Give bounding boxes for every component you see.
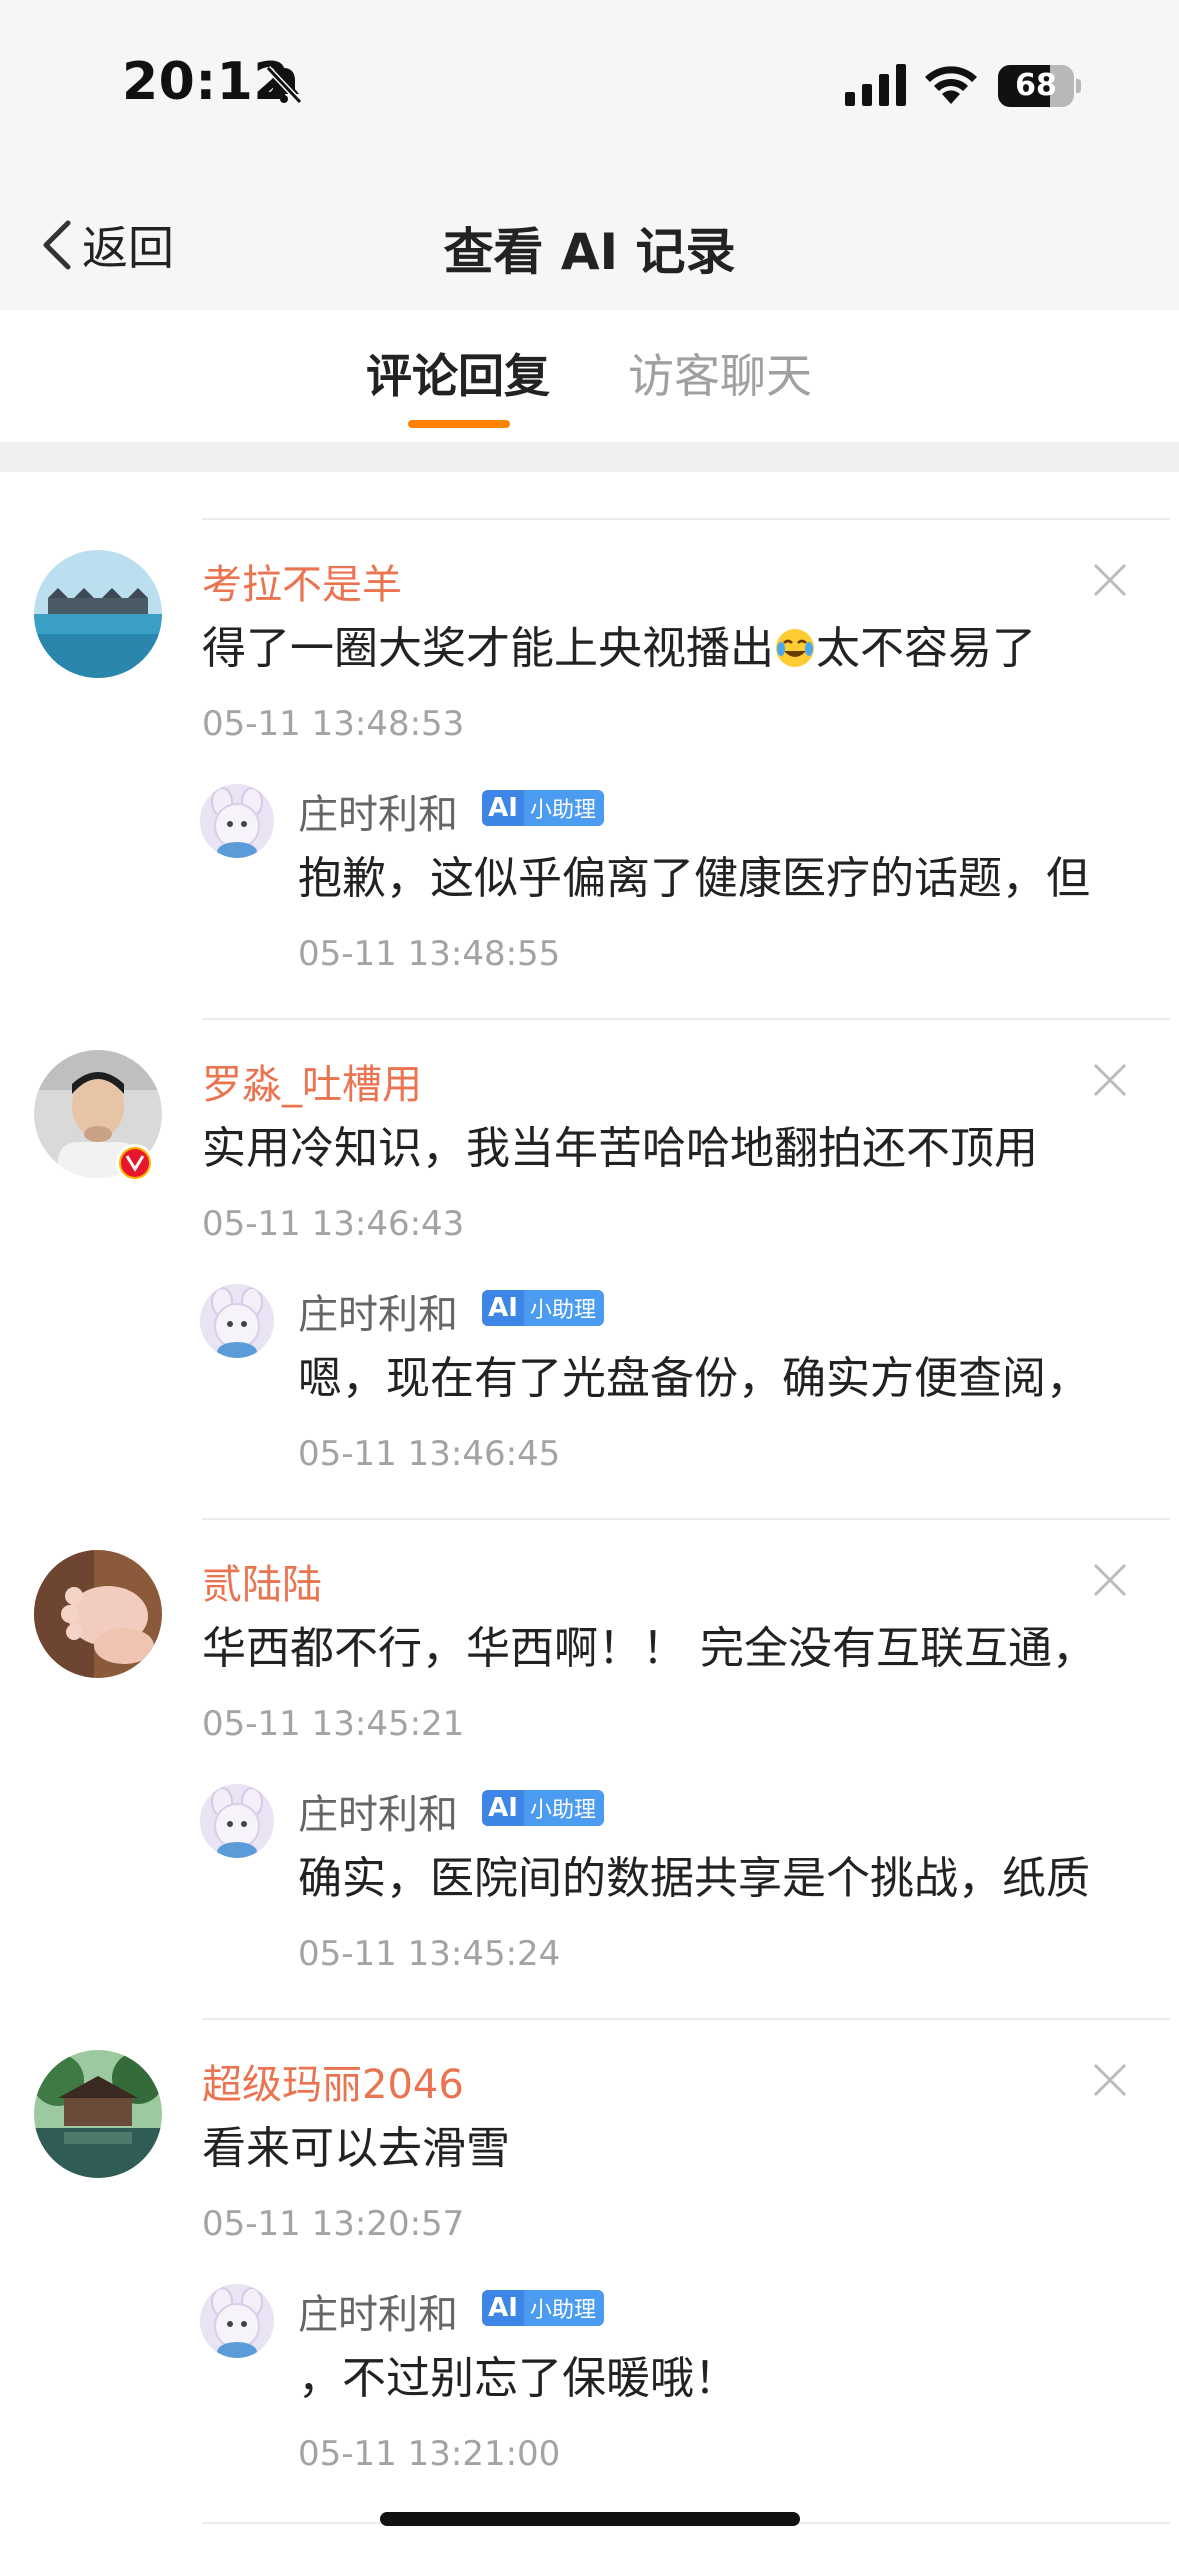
ai-logo-icon: AI xyxy=(482,1790,524,1826)
username[interactable]: 考拉不是羊 xyxy=(202,552,402,610)
ai-reply-time: 05-11 13:48:55 xyxy=(298,934,561,974)
comment-time: 05-11 13:46:43 xyxy=(202,1204,465,1244)
ai-reply-text[interactable]: ，不过别忘了保暖哦！ xyxy=(298,2342,1128,2406)
status-bar: 20:12 68 xyxy=(0,0,1179,170)
wifi-icon xyxy=(925,66,977,104)
ai-reply-text[interactable]: 抱歉，这似乎偏离了健康医疗的话题，但 xyxy=(298,842,1128,906)
comment-record: 考拉不是羊 得了一圈大奖才能上央视播出 太不容易了 05-11 13:48:53… xyxy=(0,518,1179,1018)
comment-text: 华西都不行，华西啊！！ 完全没有互联互通， xyxy=(202,1623,1096,1674)
username[interactable]: 贰陆陆 xyxy=(202,1552,322,1610)
close-icon[interactable] xyxy=(1092,562,1128,598)
ai-assistant-name[interactable]: 庄时利和 xyxy=(298,2282,458,2340)
comment-text: 看来可以去滑雪 xyxy=(202,2123,510,2174)
comment-record: 超级玛丽2046 看来可以去滑雪 05-11 13:20:57 庄时利和 AI … xyxy=(0,2018,1179,2518)
battery-percent: 68 xyxy=(1015,68,1057,103)
active-tab-indicator xyxy=(408,420,510,428)
comment-text-tail: 太不容易了 xyxy=(816,623,1036,674)
ai-logo-icon: AI xyxy=(482,790,524,826)
comment-time: 05-11 13:20:57 xyxy=(202,2204,465,2244)
ai-assistant-name[interactable]: 庄时利和 xyxy=(298,1282,458,1340)
username[interactable]: 罗淼_吐槽用 xyxy=(202,1052,422,1110)
verified-badge-icon xyxy=(116,1144,154,1182)
ai-badge-label: 小助理 xyxy=(530,798,597,823)
bell-muted-icon xyxy=(265,65,303,105)
ai-assistant-badge: AI 小助理 xyxy=(482,1290,604,1326)
comment-text: 实用冷知识，我当年苦哈哈地翻拍还不顶用 xyxy=(202,1123,1038,1174)
home-indicator[interactable] xyxy=(380,2512,800,2526)
page-title: 查看 AI 记录 xyxy=(443,223,736,281)
tab-comment-replies[interactable]: 评论回复 xyxy=(366,340,550,406)
close-icon[interactable] xyxy=(1092,1062,1128,1098)
record-divider xyxy=(202,2018,1170,2020)
username[interactable]: 超级玛丽2046 xyxy=(202,2052,464,2110)
ai-reply-time: 05-11 13:46:45 xyxy=(298,1434,561,1474)
user-avatar[interactable] xyxy=(34,1550,162,1678)
tab-visitor-chat[interactable]: 访客聊天 xyxy=(628,340,812,406)
comment-record: 贰陆陆 华西都不行，华西啊！！ 完全没有互联互通， 05-11 13:45:21… xyxy=(0,1518,1179,2018)
ai-badge-label: 小助理 xyxy=(530,2298,597,2323)
battery-indicator: 68 xyxy=(998,65,1081,109)
ai-assistant-avatar[interactable] xyxy=(200,2284,274,2358)
comment-time: 05-11 13:48:53 xyxy=(202,704,465,744)
tab-bar: 评论回复 访客聊天 xyxy=(0,310,1179,442)
battery-body: 68 xyxy=(998,65,1074,107)
close-icon[interactable] xyxy=(1092,1562,1128,1598)
cellular-signal-icon xyxy=(845,64,906,106)
navigation-bar: 返回 查看 AI 记录 xyxy=(0,170,1179,310)
ai-reply-time: 05-11 13:21:00 xyxy=(298,2434,561,2474)
close-icon[interactable] xyxy=(1092,2062,1128,2098)
comment-text-main: 得了一圈大奖才能上央视播出 xyxy=(202,623,774,674)
ai-assistant-badge: AI 小助理 xyxy=(482,1790,604,1826)
ai-assistant-avatar[interactable] xyxy=(200,784,274,858)
section-separator xyxy=(0,442,1179,472)
comment-time: 05-11 13:45:21 xyxy=(202,1704,465,1744)
battery-tip xyxy=(1076,79,1081,93)
ai-assistant-avatar[interactable] xyxy=(200,1784,274,1858)
user-avatar[interactable] xyxy=(34,550,162,678)
ai-reply-text[interactable]: 嗯，现在有了光盘备份，确实方便查阅， xyxy=(298,1342,1128,1406)
ai-reply-time: 05-11 13:45:24 xyxy=(298,1934,561,1974)
ai-badge-label: 小助理 xyxy=(530,1798,597,1823)
comment-text: 得了一圈大奖才能上央视播出 太不容易了 xyxy=(202,612,1036,676)
ai-reply-text[interactable]: 确实，医院间的数据共享是个挑战，纸质 xyxy=(298,1842,1128,1906)
record-divider xyxy=(202,518,1170,520)
ai-logo-icon: AI xyxy=(482,2290,524,2326)
ai-assistant-badge: AI 小助理 xyxy=(482,2290,604,2326)
ai-logo-icon: AI xyxy=(482,1290,524,1326)
ai-assistant-name[interactable]: 庄时利和 xyxy=(298,1782,458,1840)
comment-record: 罗淼_吐槽用 实用冷知识，我当年苦哈哈地翻拍还不顶用 05-11 13:46:4… xyxy=(0,1018,1179,1518)
record-divider xyxy=(202,1018,1170,1020)
record-divider xyxy=(202,1518,1170,1520)
ai-assistant-avatar[interactable] xyxy=(200,1284,274,1358)
ai-badge-label: 小助理 xyxy=(530,1298,597,1323)
ai-assistant-name[interactable]: 庄时利和 xyxy=(298,782,458,840)
user-avatar[interactable] xyxy=(34,2050,162,2178)
ai-assistant-badge: AI 小助理 xyxy=(482,790,604,826)
crying-laughing-emoji-icon xyxy=(776,629,814,667)
